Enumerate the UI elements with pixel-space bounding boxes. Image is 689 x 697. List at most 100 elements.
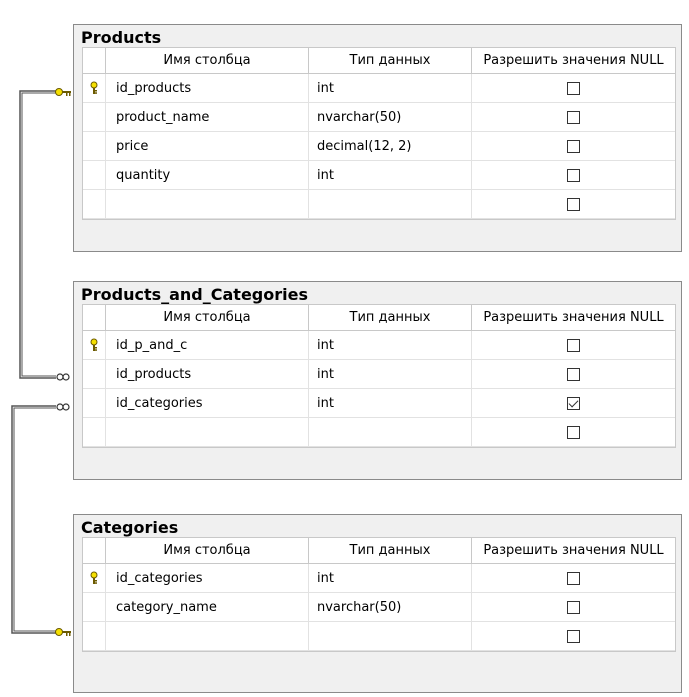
- table-row-new[interactable]: [83, 418, 675, 447]
- column-name-cell[interactable]: [106, 190, 309, 218]
- allow-null-checkbox[interactable]: [567, 571, 580, 585]
- relationship-categories-link[interactable]: [11, 405, 56, 634]
- table-row[interactable]: quantity int: [83, 161, 675, 190]
- allow-null-checkbox[interactable]: [567, 168, 580, 182]
- column-name-header: Имя столбца: [106, 48, 309, 73]
- allow-null-cell: [472, 418, 675, 446]
- data-type-cell[interactable]: [309, 190, 472, 218]
- primary-key-icon: [90, 338, 98, 351]
- allow-null-checkbox[interactable]: [567, 110, 580, 124]
- table-row[interactable]: category_name nvarchar(50): [83, 593, 675, 622]
- many-end-infinity-icon: [56, 373, 70, 381]
- column-name-header: Имя столбца: [106, 538, 309, 563]
- grid-header: Имя столбца Тип данных Разрешить значени…: [83, 305, 675, 331]
- row-selector[interactable]: [83, 389, 106, 417]
- allow-null-cell: [472, 564, 675, 592]
- table-row-new[interactable]: [83, 622, 675, 651]
- allow-null-cell: [472, 331, 675, 359]
- data-type-cell[interactable]: int: [309, 74, 472, 102]
- data-type-cell[interactable]: int: [309, 161, 472, 189]
- allow-null-checkbox[interactable]: [567, 600, 580, 614]
- column-name-cell[interactable]: id_categories: [106, 389, 309, 417]
- column-name-cell[interactable]: id_products: [106, 74, 309, 102]
- allow-null-cell: [472, 622, 675, 650]
- row-selector[interactable]: [83, 418, 106, 446]
- one-end-key-icon: [55, 88, 71, 96]
- table-title[interactable]: Products: [74, 25, 681, 47]
- table-row[interactable]: id_products int: [83, 360, 675, 389]
- table-products-and-categories[interactable]: Products_and_Categories Имя столбца Тип …: [73, 281, 682, 480]
- one-end-key-icon: [55, 628, 71, 636]
- row-selector[interactable]: [83, 593, 106, 621]
- row-selector-header: [83, 48, 106, 73]
- allow-null-checkbox[interactable]: [567, 367, 580, 381]
- allow-null-cell: [472, 360, 675, 388]
- allow-null-checkbox[interactable]: [567, 139, 580, 153]
- allow-null-checkbox[interactable]: [567, 396, 580, 410]
- allow-null-checkbox[interactable]: [567, 629, 580, 643]
- column-name-cell[interactable]: id_products: [106, 360, 309, 388]
- table-row[interactable]: product_name nvarchar(50): [83, 103, 675, 132]
- column-name-cell[interactable]: id_p_and_c: [106, 331, 309, 359]
- data-type-cell[interactable]: nvarchar(50): [309, 593, 472, 621]
- data-type-cell[interactable]: [309, 418, 472, 446]
- allow-null-cell: [472, 161, 675, 189]
- table-title[interactable]: Categories: [74, 515, 681, 537]
- row-selector[interactable]: [83, 622, 106, 650]
- table-row[interactable]: id_categories int: [83, 389, 675, 418]
- data-type-cell[interactable]: nvarchar(50): [309, 103, 472, 131]
- data-type-header: Тип данных: [309, 305, 472, 330]
- column-name-cell[interactable]: quantity: [106, 161, 309, 189]
- allow-null-cell: [472, 593, 675, 621]
- row-selector[interactable]: [83, 161, 106, 189]
- row-selector[interactable]: [83, 331, 106, 359]
- table-row[interactable]: id_categories int: [83, 564, 675, 593]
- data-type-header: Тип данных: [309, 538, 472, 563]
- primary-key-icon: [90, 81, 98, 94]
- primary-key-icon: [90, 571, 98, 584]
- data-type-cell[interactable]: int: [309, 331, 472, 359]
- column-name-cell[interactable]: [106, 418, 309, 446]
- data-type-cell[interactable]: decimal(12, 2): [309, 132, 472, 160]
- column-name-cell[interactable]: [106, 622, 309, 650]
- grid-header: Имя столбца Тип данных Разрешить значени…: [83, 538, 675, 564]
- allow-null-header: Разрешить значения NULL: [483, 543, 664, 558]
- data-type-cell[interactable]: int: [309, 564, 472, 592]
- table-categories[interactable]: Categories Имя столбца Тип данных Разреш…: [73, 514, 682, 693]
- data-type-cell[interactable]: int: [309, 360, 472, 388]
- grid-header: Имя столбца Тип данных Разрешить значени…: [83, 48, 675, 74]
- table-row[interactable]: id_p_and_c int: [83, 331, 675, 360]
- table-row[interactable]: id_products int: [83, 74, 675, 103]
- table-title[interactable]: Products_and_Categories: [74, 282, 681, 304]
- column-grid: Имя столбца Тип данных Разрешить значени…: [82, 47, 676, 220]
- allow-null-checkbox[interactable]: [567, 197, 580, 211]
- column-grid: Имя столбца Тип данных Разрешить значени…: [82, 304, 676, 448]
- data-type-header: Тип данных: [309, 48, 472, 73]
- allow-null-cell: [472, 74, 675, 102]
- table-row[interactable]: price decimal(12, 2): [83, 132, 675, 161]
- column-name-cell[interactable]: product_name: [106, 103, 309, 131]
- row-selector[interactable]: [83, 103, 106, 131]
- column-name-cell[interactable]: id_categories: [106, 564, 309, 592]
- allow-null-checkbox[interactable]: [567, 338, 580, 352]
- allow-null-header: Разрешить значения NULL: [483, 310, 664, 325]
- allow-null-checkbox[interactable]: [567, 81, 580, 95]
- allow-null-header: Разрешить значения NULL: [483, 53, 664, 68]
- row-selector[interactable]: [83, 132, 106, 160]
- allow-null-cell: [472, 389, 675, 417]
- row-selector-header: [83, 538, 106, 563]
- allow-null-cell: [472, 132, 675, 160]
- row-selector-header: [83, 305, 106, 330]
- row-selector[interactable]: [83, 74, 106, 102]
- row-selector[interactable]: [83, 190, 106, 218]
- column-name-cell[interactable]: price: [106, 132, 309, 160]
- column-name-cell[interactable]: category_name: [106, 593, 309, 621]
- data-type-cell[interactable]: int: [309, 389, 472, 417]
- allow-null-checkbox[interactable]: [567, 425, 580, 439]
- table-row-new[interactable]: [83, 190, 675, 219]
- relationship-products-link[interactable]: [19, 90, 56, 379]
- table-products[interactable]: Products Имя столбца Тип данных Разрешит…: [73, 24, 682, 252]
- data-type-cell[interactable]: [309, 622, 472, 650]
- row-selector[interactable]: [83, 360, 106, 388]
- row-selector[interactable]: [83, 564, 106, 592]
